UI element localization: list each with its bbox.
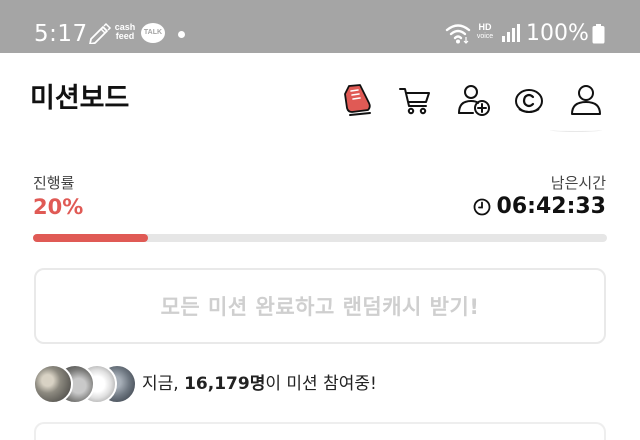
pen-icon [89, 22, 112, 44]
remaining-time-label: 남은시간 [550, 174, 606, 192]
progress-bar-fill [33, 234, 148, 242]
voice-label: voice [476, 33, 494, 40]
cashfeed-line2: feed [115, 31, 135, 41]
cart-icon[interactable] [397, 82, 433, 118]
status-time: 5:17 [34, 21, 88, 47]
avatar [33, 364, 73, 404]
hd-voice-icon: HD voice [473, 23, 497, 41]
profile-icon[interactable] [568, 82, 604, 118]
reward-button-label: 모든 미션 완료하고 랜덤캐시 받기! [160, 295, 480, 319]
participant-count: 16,179명 [184, 374, 266, 394]
wifi-icon [445, 24, 471, 44]
hd-label: HD [478, 22, 492, 32]
participant-suffix: 이 미션 참여중! [265, 374, 377, 394]
cashfeed-icon: cash feed [112, 23, 138, 41]
random-cash-reward-button[interactable]: 모든 미션 완료하고 랜덤캐시 받기! [34, 268, 606, 344]
participant-count-text: 지금, 16,179명이 미션 참여중! [142, 373, 377, 395]
progress-value: 20% [33, 195, 84, 219]
participant-avatars [33, 364, 137, 406]
battery-icon [592, 24, 605, 44]
remaining-time-value: 06:42:33 [496, 194, 606, 219]
participant-prefix: 지금, [142, 374, 185, 394]
mission-card[interactable] [34, 422, 606, 440]
battery-percent: 100% [526, 21, 589, 46]
clock-icon [473, 198, 490, 216]
signal-icon [502, 24, 520, 42]
talk-icon: TALK [141, 23, 165, 43]
add-friend-icon[interactable] [456, 82, 492, 118]
divider [550, 128, 602, 132]
remaining-time: 06:42:33 [473, 194, 606, 220]
shoe-icon[interactable] [340, 82, 376, 118]
progress-label: 진행률 [33, 174, 75, 192]
notification-dot-icon [178, 31, 185, 38]
page-title: 미션보드 [30, 83, 130, 114]
coin-icon[interactable] [511, 82, 547, 118]
status-bar: 5:17 cash feed TALK HD voice 100% [0, 0, 640, 53]
progress-bar [33, 234, 607, 242]
